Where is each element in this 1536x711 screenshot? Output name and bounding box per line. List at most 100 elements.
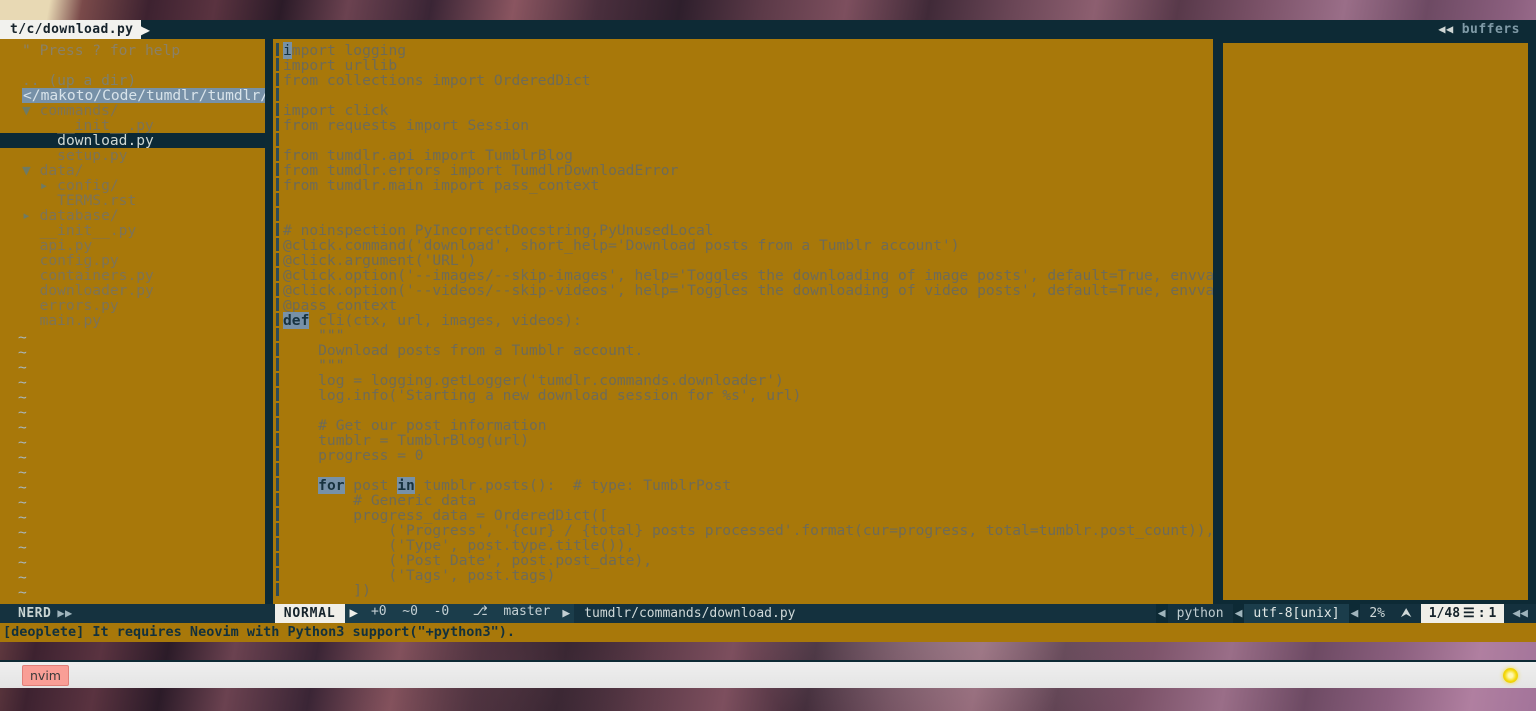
- code-line: log = logging.getLogger('tumdlr.commands…: [283, 372, 784, 389]
- lines-icon: ☰: [1463, 606, 1475, 621]
- nerdtree-item-config-py[interactable]: config.py: [0, 253, 265, 268]
- nerdtree-item-main-py[interactable]: main.py: [0, 313, 265, 328]
- nerdtree-sidebar[interactable]: " Press ? for help .. (up a dir) </makot…: [0, 39, 265, 604]
- nerdtree-entry-list: ▼ commands/ __init__.py download.py setu…: [0, 103, 265, 328]
- code-line: from tumdlr.errors import TumdlrDownload…: [283, 162, 679, 179]
- scroll-marker-icon: ⮝: [1400, 606, 1412, 621]
- empty-line-marker: ~: [18, 374, 27, 391]
- code-line: from requests import Session: [283, 117, 530, 134]
- nerdtree-item-config[interactable]: ▸ config/: [0, 178, 265, 193]
- percent-value: 2%: [1369, 606, 1385, 621]
- git-branch-name: master: [503, 604, 551, 619]
- nerdtree-item-data[interactable]: ▼ data/: [0, 163, 265, 178]
- empty-line-marker: ~: [18, 494, 27, 511]
- code-line: ('Post Date', post.post_date),: [283, 552, 653, 569]
- code-line: @click.command('download', short_help='D…: [283, 237, 960, 254]
- percent-chevron-icon: ◀: [1350, 606, 1359, 621]
- tabline-buffers[interactable]: ◀◀ buffers: [1438, 22, 1536, 37]
- nerdtree-item-errors-py[interactable]: errors.py: [0, 298, 265, 313]
- statusline-mode: NORMAL: [274, 604, 345, 623]
- right-empty-buffer[interactable]: [1223, 43, 1528, 600]
- code-line: import click: [283, 102, 389, 119]
- editor-panes: " Press ? for help .. (up a dir) </makot…: [0, 39, 1536, 604]
- nerdtree-root-path-text: </makoto/Code/tumdlr/tumdlr/: [22, 88, 265, 103]
- git-chevron-icon: ▶: [558, 604, 575, 623]
- empty-line-marker: ~: [18, 524, 27, 541]
- git-added-count: +0: [370, 604, 387, 619]
- vertical-split-left[interactable]: [265, 39, 273, 604]
- code-line: """: [283, 327, 345, 344]
- code-line: @pass_context: [283, 297, 398, 314]
- nerdtree-item-init-py[interactable]: __init__.py: [0, 223, 265, 238]
- empty-line-marker: ~: [18, 434, 27, 451]
- git-removed-count: -0: [433, 604, 450, 619]
- empty-line-marker: ~: [18, 584, 27, 601]
- empty-line-marker: ~: [18, 554, 27, 571]
- code-line: # noinspection PyIncorrectDocstring,PyUn…: [283, 222, 714, 239]
- mode-chevron-icon: ▶: [344, 604, 363, 623]
- code-line: progress_data = OrderedDict([: [283, 507, 609, 524]
- code-line: @click.argument('URL'): [283, 252, 477, 269]
- statusline-filetype: python: [1167, 604, 1233, 623]
- empty-line-marker: ~: [18, 479, 27, 496]
- code-line: ]): [283, 582, 371, 599]
- message-line: [deoplete] It requires Neovim with Pytho…: [0, 623, 1536, 642]
- empty-line-marker: ~: [18, 419, 27, 436]
- status-light-icon[interactable]: [1503, 667, 1518, 683]
- code-line: from collections import OrderedDict: [283, 72, 591, 89]
- statusline-nerd-fill: [79, 604, 275, 623]
- nerdtree-blank: [0, 58, 265, 73]
- taskbar-window-button-nvim[interactable]: nvim: [22, 664, 69, 686]
- nerdtree-item-downloader-py[interactable]: downloader.py: [0, 283, 265, 298]
- empty-line-marker: ~: [18, 569, 27, 586]
- nerdtree-up-dir[interactable]: .. (up a dir): [0, 73, 265, 88]
- tab-download-py[interactable]: t/c/download.py: [0, 20, 142, 39]
- nerdtree-item-containers-py[interactable]: containers.py: [0, 268, 265, 283]
- code-line: @click.option('--videos/--skip-videos', …: [283, 282, 1213, 299]
- statusline-line-position: 1/48 ☰ : 1: [1420, 604, 1505, 623]
- code-line: def cli(ctx, url, images, videos):: [273, 312, 1213, 329]
- code-editor[interactable]: import logging import urllib from collecti…: [273, 39, 1213, 604]
- desktop-top-strip: [0, 0, 1536, 20]
- nerdtree-help-hint: " Press ? for help: [22, 42, 181, 59]
- nerdtree-item-commands[interactable]: ▼ commands/: [0, 103, 265, 118]
- empty-line-marker: ~: [18, 359, 27, 376]
- code-line: progress = 0: [283, 447, 424, 464]
- nerdtree-item-setup-py[interactable]: setup.py: [0, 148, 265, 163]
- nerdtree-item-api-py[interactable]: api.py: [0, 238, 265, 253]
- git-modified-count: ~0: [402, 604, 418, 619]
- code-line: import logging: [273, 42, 1213, 59]
- nerdtree-item-terms-rst[interactable]: TERMS.rst: [0, 193, 265, 208]
- nerdtree-root-path[interactable]: </makoto/Code/tumdlr/tumdlr/: [0, 88, 265, 103]
- nerdtree-indent: [22, 312, 40, 329]
- tab-label: t/c/download.py: [10, 22, 134, 37]
- code-line: from tumdlr.main import pass_context: [283, 177, 600, 194]
- empty-line-marker: ~: [18, 539, 27, 556]
- code-line: ('Type', post.type.title()),: [283, 537, 635, 554]
- statusline-end-arrows: ◀◀: [1504, 604, 1536, 623]
- code-lines: import logging import urllib from collecti…: [273, 42, 1213, 599]
- empty-line-marker: ~: [18, 344, 27, 361]
- double-chevron-left-icon: ◀◀: [1438, 22, 1454, 36]
- nerdtree-item-database[interactable]: ▸ database/: [0, 208, 265, 223]
- system-tray: [1503, 667, 1518, 683]
- code-line: """: [283, 357, 345, 374]
- nerdtree-item-init-py[interactable]: __init__.py: [0, 118, 265, 133]
- terminal-window: t/c/download.py ▶ ◀◀ buffers " Press ? f…: [0, 20, 1536, 642]
- line-total: 1/48: [1428, 606, 1461, 621]
- code-line: # Get our post information: [283, 417, 547, 434]
- column-number: 1: [1488, 606, 1497, 621]
- tabline: t/c/download.py ▶ ◀◀ buffers: [0, 20, 1536, 39]
- empty-line-marker: ~: [18, 464, 27, 481]
- nerdtree-item-download-py[interactable]: download.py: [0, 133, 265, 148]
- code-line: import urllib: [283, 57, 398, 74]
- code-line: ('Progress', '{cur} / {total} posts proc…: [283, 522, 1213, 539]
- statusline-encoding: utf-8[unix]: [1244, 604, 1349, 623]
- empty-line-marker: ~: [18, 329, 27, 346]
